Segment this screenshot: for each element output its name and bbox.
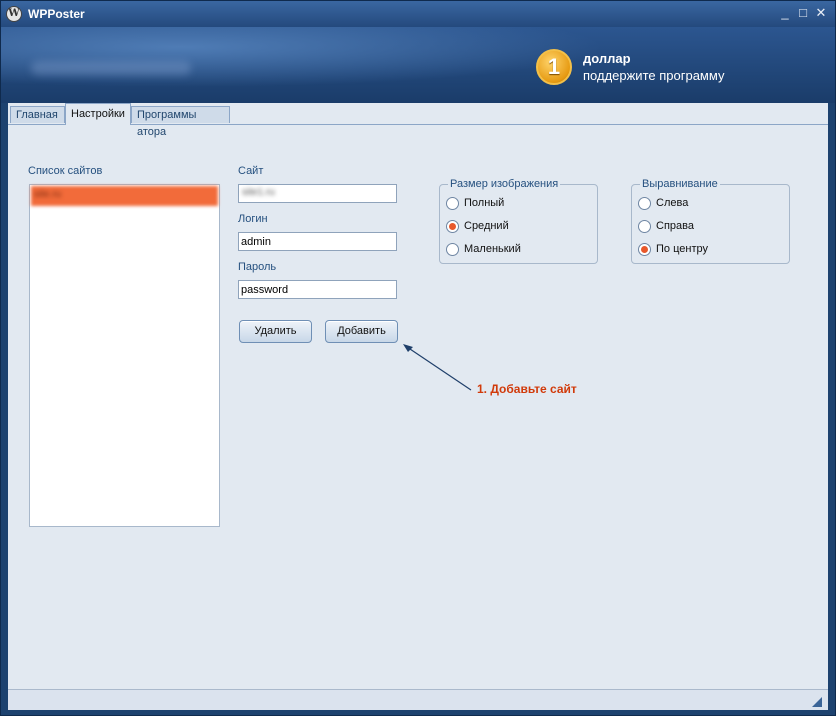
window-title: WPPoster (28, 7, 85, 21)
tab-settings[interactable]: Настройки (65, 103, 131, 125)
site-label: Сайт (238, 165, 264, 177)
radio-icon[interactable] (446, 197, 459, 210)
delete-button[interactable]: Удалить (239, 320, 312, 343)
password-input[interactable] (238, 280, 397, 299)
tab-author-programs[interactable]: Программы атора (131, 106, 230, 138)
settings-panel: Главная Настройки Программы атора Список… (8, 103, 828, 709)
close-button[interactable]: ✕ (813, 5, 829, 21)
radio-icon[interactable] (638, 220, 651, 233)
annotation-arrow-icon (403, 344, 472, 391)
image-size-group: Размер изображения Полный Средний Малень… (439, 178, 598, 264)
add-button[interactable]: Добавить (325, 320, 398, 343)
header-banner: 1 доллар поддержите программу (1, 27, 835, 103)
radio-icon[interactable] (446, 243, 459, 256)
blurred-logo (31, 61, 191, 75)
alignment-group: Выравнивание Слева Справа По центру (631, 178, 790, 264)
image-size-full-label: Полный (464, 197, 505, 209)
login-label: Логин (238, 213, 268, 225)
site-input-value: site1.ru (242, 187, 275, 198)
donate-title[interactable]: доллар (583, 51, 631, 66)
donate-subtitle[interactable]: поддержите программу (583, 68, 724, 83)
site-list[interactable]: site.ru (29, 184, 220, 527)
app-window: W WPPoster _ □ ✕ 1 доллар поддержите про… (0, 0, 836, 716)
status-bar (8, 689, 828, 710)
wordpress-icon: W (6, 6, 22, 22)
image-size-title: Размер изображения (448, 178, 561, 190)
add-site-hint: 1. Добавьте сайт (477, 382, 577, 396)
image-size-small-label: Маленький (464, 243, 521, 255)
site-list-label: Список сайтов (28, 165, 103, 177)
align-right-label: Справа (656, 220, 694, 232)
alignment-title: Выравнивание (640, 178, 720, 190)
password-label: Пароль (238, 261, 277, 273)
maximize-button[interactable]: □ (795, 5, 811, 21)
resize-grip-icon[interactable] (812, 697, 822, 707)
align-center-label: По центру (656, 243, 708, 255)
radio-selected-icon[interactable] (638, 243, 651, 256)
radio-icon[interactable] (638, 197, 651, 210)
title-bar: W WPPoster _ □ ✕ (1, 1, 835, 27)
radio-selected-icon[interactable] (446, 220, 459, 233)
tab-strip: Главная Настройки Программы атора (8, 103, 828, 138)
image-size-medium-label: Средний (464, 220, 509, 232)
tab-main[interactable]: Главная (10, 106, 65, 123)
login-input[interactable] (238, 232, 397, 251)
align-left-label: Слева (656, 197, 689, 209)
donate-badge-icon[interactable]: 1 (536, 49, 572, 85)
minimize-button[interactable]: _ (777, 5, 793, 21)
site-list-item-text: site.ru (34, 189, 62, 200)
